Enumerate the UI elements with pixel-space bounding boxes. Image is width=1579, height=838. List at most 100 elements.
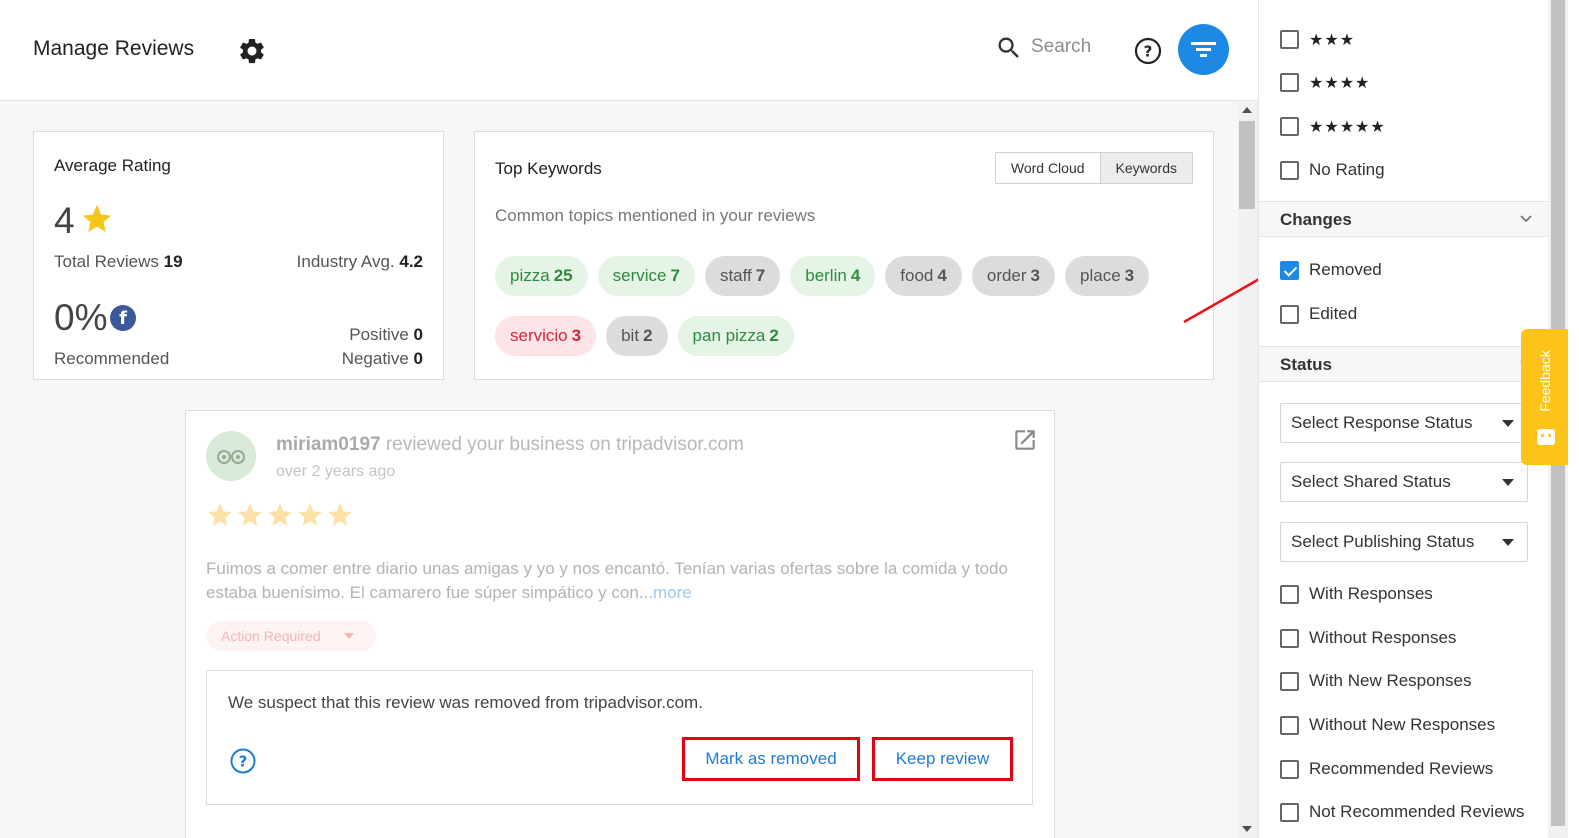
keyword-chip[interactable]: berlin 4: [790, 256, 876, 296]
checkbox[interactable]: [1280, 304, 1299, 324]
filter-option[interactable]: With New Responses: [1280, 670, 1472, 692]
search-input[interactable]: [1031, 36, 1121, 58]
keyword-chip[interactable]: place 3: [1065, 256, 1150, 296]
filter-option-label: Recommended Reviews: [1309, 759, 1494, 778]
more-link[interactable]: more: [653, 583, 692, 602]
main-content: Average Rating 4 Total Reviews 19 Indust…: [0, 101, 1238, 838]
shared-status-select[interactable]: Select Shared Status: [1280, 462, 1528, 502]
removed-notice: We suspect that this review was removed …: [206, 670, 1033, 805]
checkbox[interactable]: [1280, 802, 1299, 822]
checkbox[interactable]: [1280, 715, 1299, 735]
tripadvisor-icon: [217, 450, 245, 464]
filter-option[interactable]: Removed: [1280, 259, 1382, 281]
keyword-chip[interactable]: food 4: [885, 256, 962, 296]
review-text: Fuimos a comer entre diario unas amigas …: [206, 557, 1036, 605]
mark-as-removed-button[interactable]: Mark as removed: [682, 737, 860, 781]
publishing-status-value: Select Publishing Status: [1291, 532, 1475, 551]
recommended-label: Recommended: [54, 349, 170, 368]
filter-option-label: With New Responses: [1309, 671, 1472, 690]
keyword-chip[interactable]: bit 2: [606, 316, 668, 356]
help-icon[interactable]: ?: [1133, 36, 1163, 66]
review-stars: [206, 501, 354, 529]
search-icon[interactable]: [995, 34, 1023, 62]
filter-option[interactable]: Recommended Reviews: [1280, 758, 1493, 780]
review-star-icon: [268, 503, 292, 526]
keyword-chips: pizza 25 service 7 staff 7 berlin 4 food 4 order 3 p…: [495, 256, 1205, 356]
checkbox[interactable]: [1280, 759, 1299, 779]
changes-section-header[interactable]: Changes: [1259, 201, 1549, 237]
scroll-thumb[interactable]: [1239, 121, 1255, 209]
recommend-percentage: 0%: [54, 297, 108, 338]
keywords-tab[interactable]: Keywords: [1099, 153, 1192, 183]
keyword-count: 3: [571, 326, 582, 345]
filter-option-label: With Responses: [1309, 584, 1433, 603]
action-required-dropdown[interactable]: Action Required: [206, 621, 376, 651]
checkbox[interactable]: [1280, 160, 1299, 180]
positive-value: 0: [413, 325, 423, 344]
filter-option-label: No Rating: [1309, 160, 1385, 179]
filter-option[interactable]: With Responses: [1280, 583, 1433, 605]
filter-option[interactable]: ★★★★★: [1280, 115, 1386, 137]
status-section-header[interactable]: Status: [1259, 346, 1549, 382]
filter-option[interactable]: Without Responses: [1280, 627, 1456, 649]
positive-count: Positive 0: [349, 325, 423, 345]
keep-review-button[interactable]: Keep review: [872, 737, 1013, 781]
filter-option[interactable]: ★★★★: [1280, 71, 1370, 93]
gear-icon[interactable]: [237, 36, 267, 66]
keyword-word: food: [900, 266, 934, 285]
word-cloud-tab[interactable]: Word Cloud: [995, 153, 1100, 183]
publishing-status-select[interactable]: Select Publishing Status: [1280, 522, 1528, 562]
external-link-icon[interactable]: [1012, 427, 1038, 453]
review-star-icon: [238, 503, 262, 526]
keyword-word: service: [612, 266, 667, 285]
keyword-count: 7: [670, 266, 680, 285]
keyword-chip[interactable]: servicio 3: [495, 316, 597, 356]
filter-option[interactable]: Not Recommended Reviews: [1280, 801, 1524, 823]
filter-option[interactable]: Edited: [1280, 303, 1357, 325]
review-star-icon: [298, 503, 322, 526]
filter-option[interactable]: No Rating: [1280, 159, 1385, 181]
checkbox-checked[interactable]: [1280, 260, 1299, 280]
checkbox[interactable]: [1280, 584, 1299, 604]
negative-value: 0: [413, 349, 423, 368]
page-title: Manage Reviews: [33, 37, 195, 60]
filter-option-label: Without Responses: [1309, 628, 1457, 647]
response-status-select[interactable]: Select Response Status: [1280, 403, 1528, 443]
checkbox[interactable]: [1280, 671, 1299, 691]
checkbox[interactable]: [1280, 29, 1299, 49]
keyword-chip[interactable]: pizza 25: [495, 256, 588, 296]
keyword-count: 2: [769, 326, 779, 345]
view-toggle: Word Cloud Keywords: [994, 152, 1193, 184]
checkbox[interactable]: [1280, 116, 1299, 136]
review-header-suffix: reviewed your business on tripadvisor.co…: [385, 434, 744, 455]
help-icon[interactable]: ?: [229, 747, 257, 775]
review-card: miriam0197 reviewed your business on tri…: [185, 410, 1055, 838]
scroll-down-icon[interactable]: [1242, 826, 1252, 832]
changes-title: Changes: [1280, 210, 1352, 229]
total-reviews-label: Total Reviews: [54, 252, 159, 271]
feedback-tab[interactable]: Feedback: [1521, 329, 1568, 465]
filter-option[interactable]: Without New Responses: [1280, 714, 1495, 736]
keyword-count: 4: [850, 266, 861, 285]
keyword-chip[interactable]: order 3: [971, 256, 1056, 296]
review-body: Fuimos a comer entre diario unas amigas …: [206, 559, 1008, 602]
keyword-chip[interactable]: staff 7: [704, 256, 781, 296]
main-scrollbar[interactable]: [1238, 101, 1258, 838]
keyword-chip[interactable]: service 7: [597, 256, 695, 296]
filter-option-label: ★★★★: [1309, 72, 1371, 92]
keyword-chip[interactable]: pan pizza 2: [677, 316, 794, 356]
filter-option-label: ★★★★★: [1309, 116, 1386, 136]
checkbox[interactable]: [1280, 72, 1299, 92]
filter-option[interactable]: ★★★: [1280, 28, 1355, 50]
tripadvisor-avatar: [206, 431, 256, 481]
filter-option-label: Not Recommended Reviews: [1309, 802, 1525, 821]
feedback-face-icon: [1537, 429, 1555, 445]
filter-button[interactable]: [1178, 24, 1229, 75]
chevron-down-icon: [1520, 215, 1532, 223]
scroll-up-icon[interactable]: [1242, 107, 1252, 113]
checkbox[interactable]: [1280, 628, 1299, 648]
filter-icon: [1191, 42, 1216, 57]
review-author[interactable]: miriam0197: [276, 434, 381, 455]
keyword-count: 4: [937, 266, 947, 285]
filter-option-label: Edited: [1309, 304, 1358, 323]
